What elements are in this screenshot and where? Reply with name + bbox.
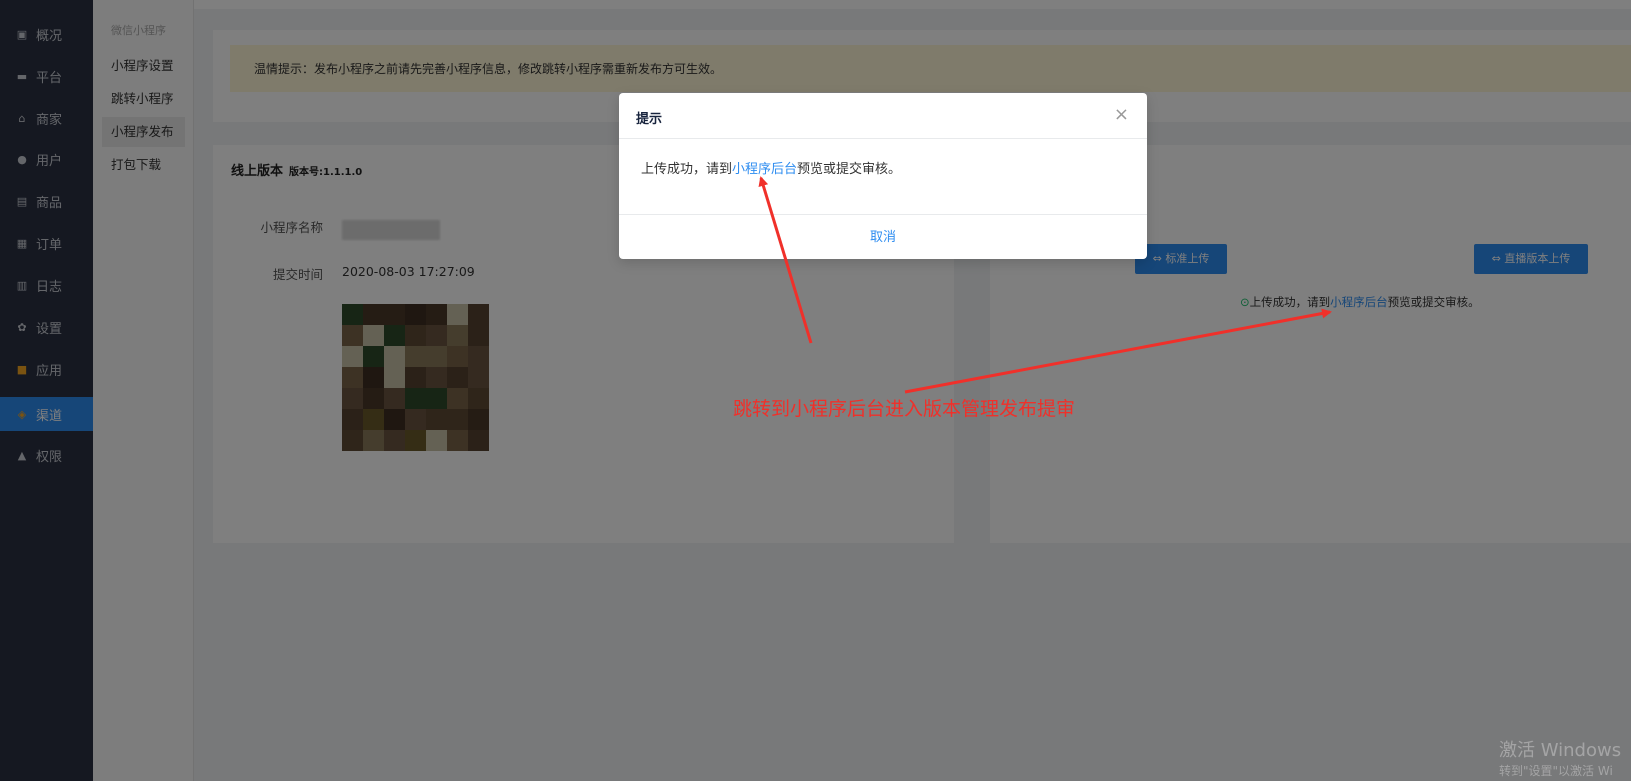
windows-activation-watermark: 激活 Windows	[1499, 740, 1622, 761]
annotation-text: 跳转到小程序后台进入版本管理发布提审	[733, 398, 1076, 420]
windows-activation-subtitle: 转到"设置"以激活 Wi	[1499, 764, 1613, 778]
annotation-arrow-up	[758, 176, 813, 344]
annotation-arrow-right	[904, 308, 1332, 394]
annotation-arrows	[758, 176, 1332, 394]
